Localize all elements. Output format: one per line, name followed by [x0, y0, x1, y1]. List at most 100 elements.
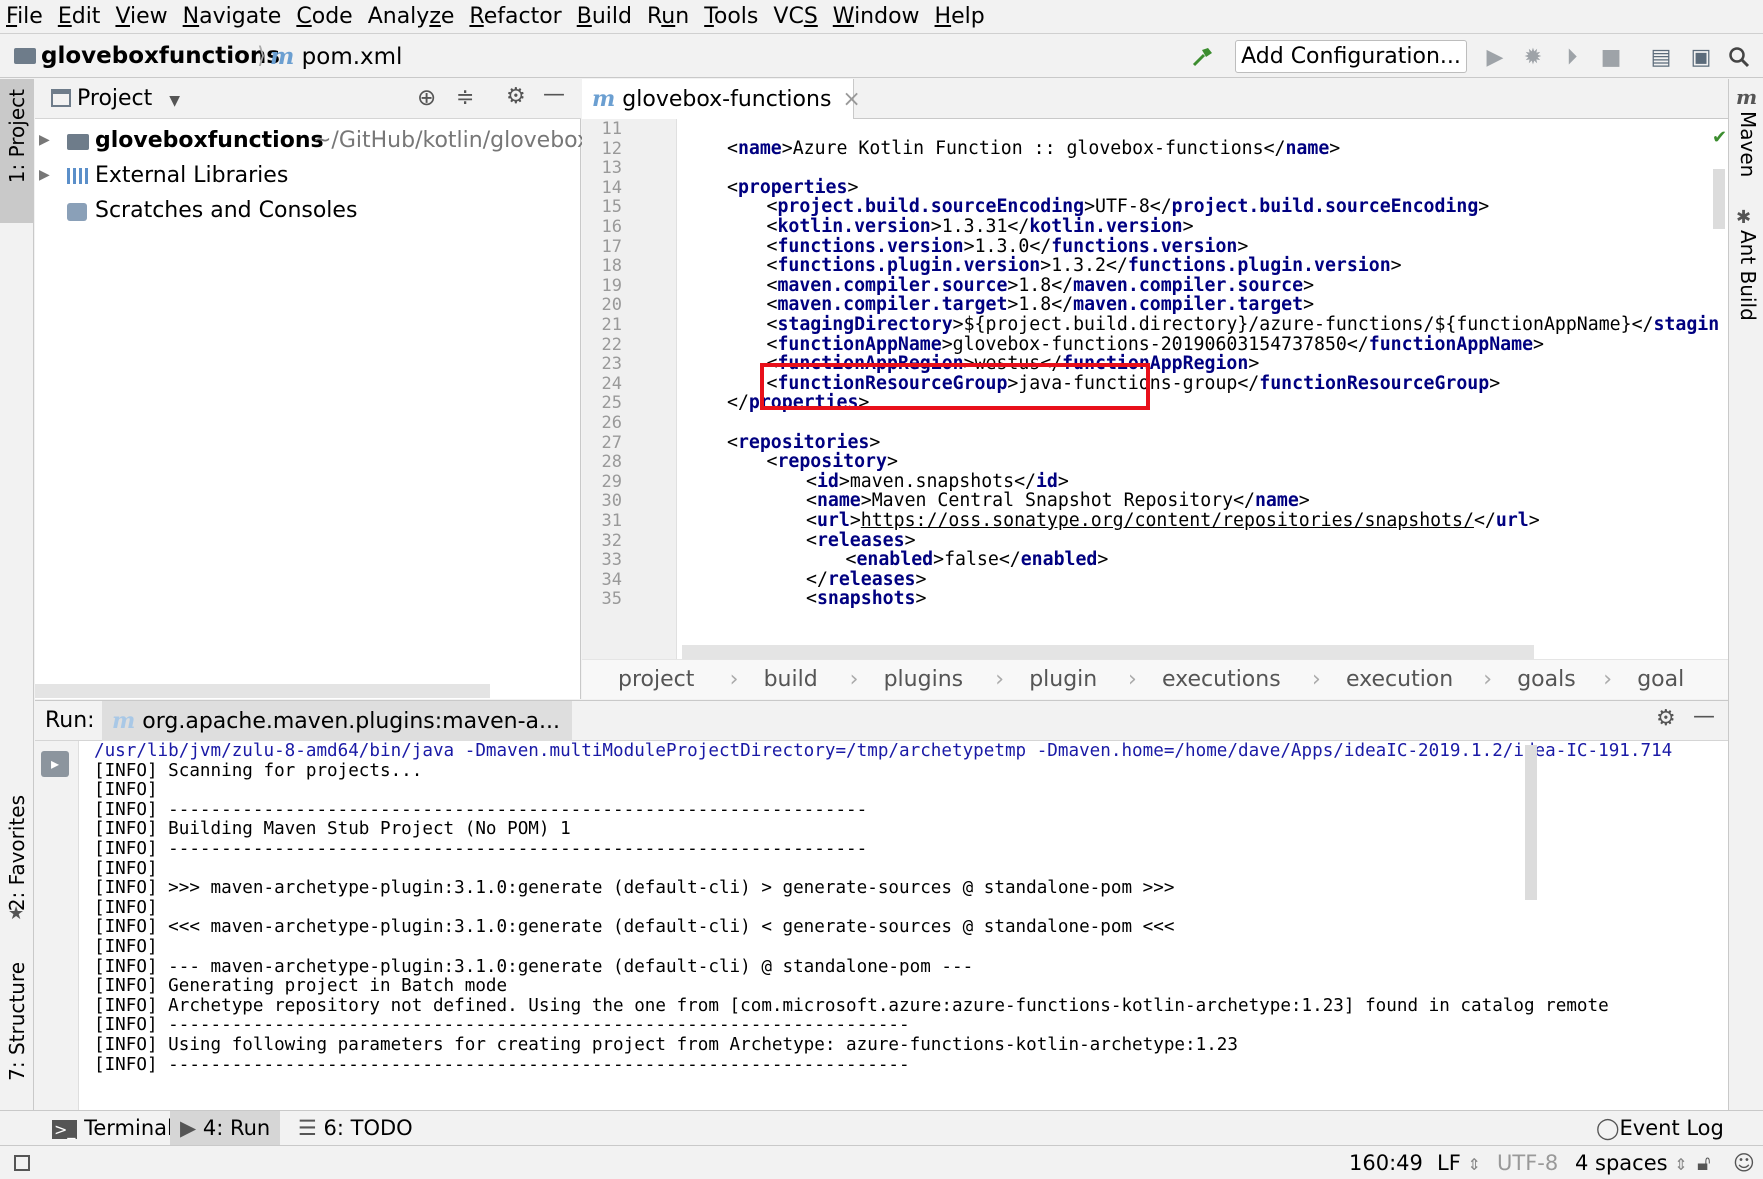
- xml-breadcrumb-executions[interactable]: executions: [1162, 660, 1281, 700]
- console-line: [INFO]: [94, 780, 158, 801]
- menu-help[interactable]: Help: [929, 0, 994, 33]
- code-line: </releases>: [806, 568, 927, 590]
- menu-refactor[interactable]: Refactor: [463, 0, 570, 33]
- tool-tab-favorites[interactable]: 2: Favorites: [5, 795, 29, 911]
- close-icon[interactable]: ×: [571, 709, 572, 734]
- console-line: [INFO]: [94, 858, 158, 879]
- expand-arrow-icon: ▶: [39, 167, 50, 183]
- status-bar: 160:49 LF ⇕ UTF-8 4 spaces ⇕ 🔓︎ ☺: [0, 1147, 1763, 1179]
- breadcrumb-project[interactable]: gloveboxfunctions: [14, 34, 280, 79]
- console-line: [INFO] Scanning for projects...: [94, 760, 423, 781]
- vertical-scrollbar[interactable]: [1525, 745, 1537, 900]
- menu-window[interactable]: Window: [827, 0, 929, 33]
- xml-breadcrumb-goals[interactable]: goals: [1517, 660, 1575, 700]
- tool-tab-run[interactable]: ▶ 4: Run: [170, 1111, 281, 1145]
- code-line: <kotlin.version>1.3.31</kotlin.version>: [766, 216, 1194, 237]
- horizontal-scrollbar[interactable]: [35, 684, 490, 698]
- vertical-scrollbar[interactable]: [1713, 169, 1725, 229]
- code-line: <name>Maven Central Snapshot Repository<…: [806, 490, 1310, 512]
- run-tab[interactable]: m org.apache.maven.plugins:maven-a... ×: [102, 701, 572, 741]
- code-line: <id>maven.snapshots</id>: [806, 470, 1069, 492]
- menu-code[interactable]: Code: [290, 0, 361, 33]
- code-line: <repository>: [766, 451, 898, 473]
- editor-tab-bar: m glovebox-functions ×: [582, 79, 1728, 119]
- editor-tab-pom[interactable]: m glovebox-functions ×: [582, 79, 861, 119]
- xml-breadcrumb-project[interactable]: project: [618, 660, 694, 700]
- menu-edit[interactable]: Edit: [52, 0, 110, 33]
- project-view-selector[interactable]: Project ▼: [77, 79, 180, 121]
- left-tool-strip: [0, 79, 34, 1110]
- coverage-icon[interactable]: ⏵: [1557, 42, 1587, 72]
- gear-icon[interactable]: ⚙: [1656, 706, 1676, 731]
- menu-analyze[interactable]: Analyze: [362, 0, 464, 33]
- hide-icon[interactable]: —: [1693, 704, 1715, 729]
- layout-icon[interactable]: ▣: [1686, 42, 1716, 72]
- xml-breadcrumb-goal[interactable]: goal: [1637, 660, 1684, 700]
- code-line: <enabled>false</enabled>: [845, 549, 1109, 571]
- console-line: [INFO] Using following parameters for cr…: [94, 1035, 1238, 1055]
- collapse-all-icon[interactable]: ≑: [456, 85, 474, 110]
- menu-run[interactable]: Run: [641, 0, 698, 33]
- console-line: [INFO] Generating project in Batch mode: [94, 976, 508, 997]
- breadcrumb-file[interactable]: m pom.xml: [270, 34, 402, 79]
- breadcrumb-separator: ›: [1312, 667, 1321, 692]
- code-area[interactable]: <name>Azure Kotlin Function :: glovebox-…: [582, 119, 1728, 659]
- menu-build[interactable]: Build: [571, 0, 641, 33]
- close-icon[interactable]: ×: [842, 87, 860, 112]
- tool-tab-structure[interactable]: 7: Structure: [5, 962, 29, 1081]
- console-line: [INFO] ---------------------------------…: [94, 1054, 910, 1075]
- code-line: <stagingDirectory>${project.build.direct…: [766, 314, 1720, 335]
- console-line: [INFO] ---------------------------------…: [94, 839, 868, 859]
- code-line: <properties>: [727, 176, 859, 198]
- panel-toggle-icon[interactable]: [14, 1155, 30, 1171]
- locate-icon[interactable]: ⊕: [417, 85, 436, 111]
- search-icon[interactable]: [1724, 42, 1754, 72]
- project-structure-icon[interactable]: ▤: [1646, 42, 1676, 72]
- folder-icon: [67, 134, 89, 150]
- menu-view[interactable]: View: [109, 0, 176, 33]
- xml-breadcrumb-plugin[interactable]: plugin: [1029, 660, 1097, 700]
- file-encoding[interactable]: UTF-8: [1497, 1147, 1558, 1179]
- stop-icon[interactable]: ■: [1596, 42, 1626, 72]
- breadcrumb-separator: ›: [849, 667, 859, 692]
- tool-tab-terminal[interactable]: >_ Terminal: [42, 1111, 183, 1145]
- debug-icon[interactable]: ✹: [1518, 42, 1548, 72]
- menu-vcs[interactable]: VCS: [767, 0, 826, 33]
- tool-tab-event-log[interactable]: ◯Event Log: [1586, 1111, 1734, 1145]
- menu-file[interactable]: File: [0, 0, 52, 33]
- highlight-box: [760, 363, 1150, 410]
- console-line: [INFO] >>> maven-archetype-plugin:3.1.0:…: [94, 878, 1175, 899]
- xml-breadcrumb-plugins[interactable]: plugins: [884, 660, 964, 700]
- console-line: [INFO] Building Maven Stub Project (No P…: [94, 819, 571, 840]
- right-tool-strip: m Maven ✱ Ant Build: [1728, 79, 1763, 1110]
- hide-icon[interactable]: —: [543, 82, 565, 107]
- xml-breadcrumb-build[interactable]: build: [764, 660, 818, 700]
- horizontal-scrollbar[interactable]: [682, 645, 1534, 659]
- hammer-icon[interactable]: [1188, 42, 1218, 72]
- gear-icon[interactable]: ⚙: [506, 84, 526, 109]
- tool-tab-project[interactable]: 1: Project: [0, 79, 34, 223]
- inspector-icon[interactable]: ☺: [1733, 1147, 1755, 1179]
- line-separator[interactable]: LF ⇕: [1437, 1147, 1481, 1179]
- code-line: <maven.compiler.source>1.8</maven.compil…: [766, 274, 1315, 296]
- console-output[interactable]: /usr/lib/jvm/zulu-8-amd64/bin/java -Dmav…: [35, 741, 1728, 1111]
- updown-icon: ⇕: [1467, 1155, 1481, 1174]
- add-configuration-button[interactable]: Add Configuration...: [1235, 40, 1467, 73]
- ant-tool-tab[interactable]: ✱ Ant Build: [1736, 207, 1760, 321]
- tool-tab-todo[interactable]: ☰ 6: TODO: [288, 1111, 423, 1145]
- lock-icon[interactable]: 🔓︎: [1697, 1147, 1711, 1179]
- caret-position[interactable]: 160:49: [1349, 1147, 1423, 1179]
- xml-breadcrumb-execution[interactable]: execution: [1346, 660, 1453, 700]
- menu-bar: File Edit View Navigate Code Analyze Refactor B…: [0, 0, 1763, 33]
- maven-tool-tab[interactable]: m Maven: [1736, 85, 1760, 177]
- menu-tools[interactable]: Tools: [698, 0, 767, 33]
- run-icon[interactable]: ▶: [1480, 42, 1510, 72]
- code-line: <project.build.sourceEncoding>UTF-8</pro…: [766, 196, 1490, 218]
- terminal-icon: >_: [52, 1120, 78, 1139]
- indent-setting[interactable]: 4 spaces ⇕: [1575, 1147, 1688, 1179]
- menu-navigate[interactable]: Navigate: [177, 0, 291, 33]
- run-icon: ▶: [180, 1116, 197, 1140]
- breadcrumb-separator: ›: [995, 667, 1004, 692]
- project-panel-header: Project ▼ ⊕ ≑ ⚙ —: [35, 79, 581, 119]
- expand-arrow-icon: ▶: [39, 132, 50, 148]
